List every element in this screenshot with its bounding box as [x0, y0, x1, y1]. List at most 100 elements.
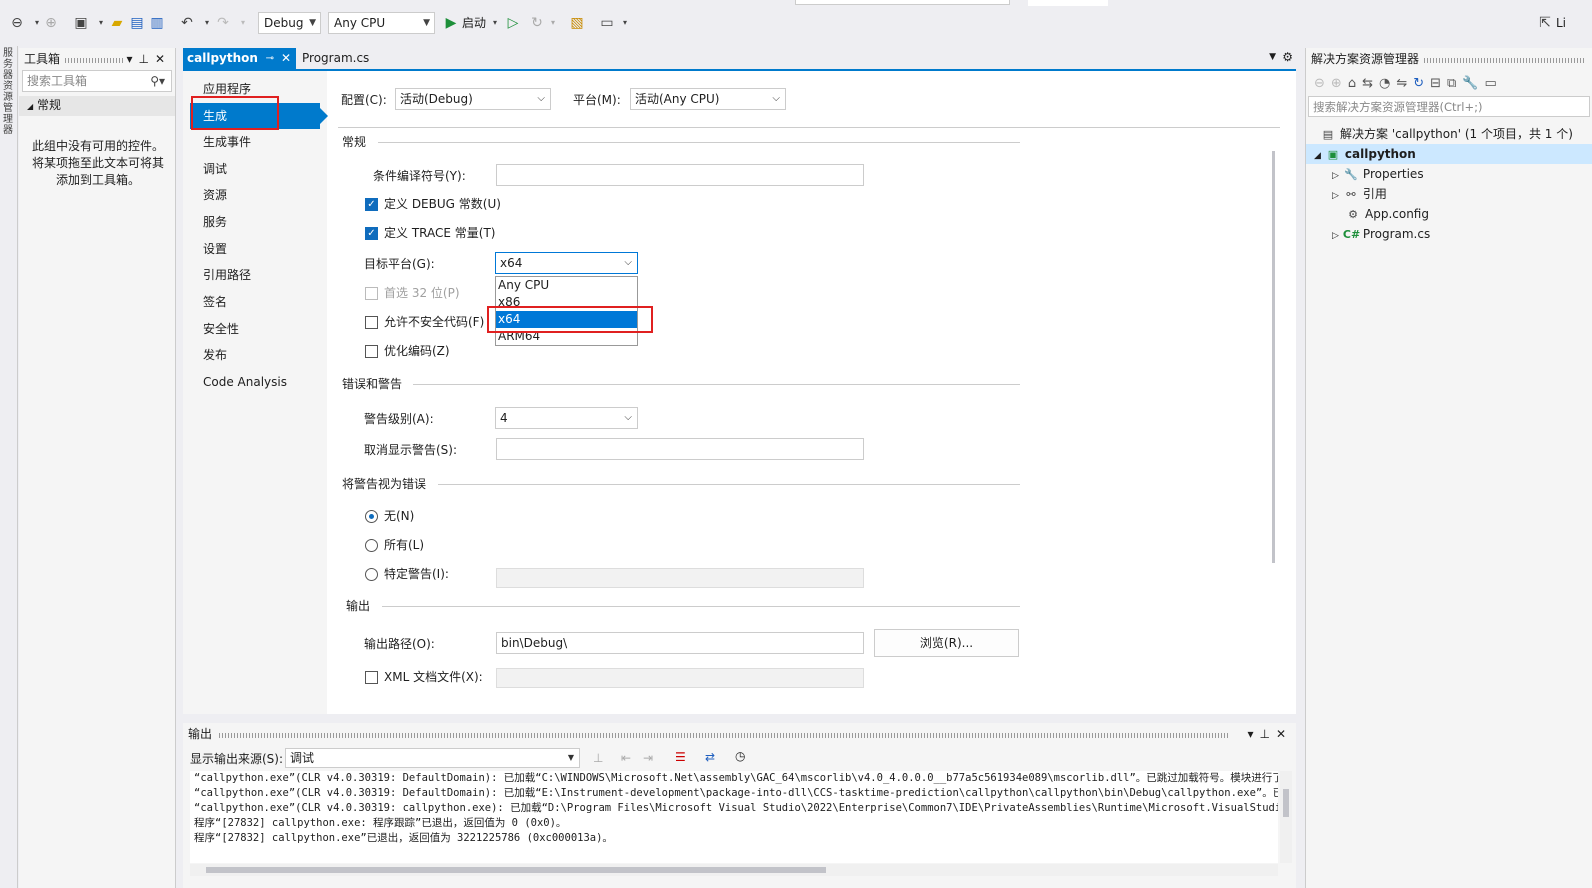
tree-item-references[interactable]: ▷ ⚯ 引用 — [1332, 185, 1387, 205]
drag-grip[interactable] — [219, 733, 1229, 738]
chevron-down-icon[interactable]: ▾ — [1247, 727, 1259, 741]
nav-item-resources[interactable]: 资源 — [203, 187, 227, 203]
pin-icon[interactable]: ⊥ — [1259, 727, 1275, 741]
nav-item-signing[interactable]: 签名 — [203, 294, 227, 310]
drag-grip[interactable] — [1424, 58, 1584, 63]
show-all-files-icon[interactable]: ⧉ — [1447, 76, 1456, 91]
preview-icon[interactable]: ▭ — [1485, 76, 1497, 91]
tree-item-project[interactable]: ◢ ▣ callpython — [1314, 145, 1416, 165]
next-message-icon[interactable]: ⇥ — [643, 751, 653, 765]
toolbox-group-general[interactable]: ◢ 常规 — [19, 96, 175, 116]
window-layout-icon[interactable]: ▭ — [598, 14, 616, 32]
chevron-down-icon[interactable]: ▼ — [1269, 52, 1276, 62]
pending-changes-icon[interactable]: ◔ — [1379, 76, 1390, 91]
scroll-thumb[interactable] — [206, 867, 826, 873]
output-hscrollbar[interactable] — [190, 864, 1278, 876]
target-platform-select[interactable]: x64 ⌵ — [495, 252, 638, 274]
treat-none-radio[interactable] — [365, 510, 378, 523]
chevron-down-icon[interactable]: ▾ — [544, 14, 562, 32]
nav-item-reference-paths[interactable]: 引用路径 — [203, 267, 251, 283]
xml-doc-input[interactable] — [496, 668, 864, 688]
live-share-label[interactable]: Li — [1556, 14, 1566, 32]
chevron-down-icon[interactable]: ▾ — [234, 14, 252, 32]
refresh-icon[interactable]: ↻ — [1413, 76, 1424, 91]
back-icon[interactable]: ⊖ — [1314, 76, 1325, 91]
toolbox-search-input[interactable]: 搜索工具箱 ⚲▾ — [22, 70, 172, 92]
treat-all-radio[interactable] — [365, 539, 378, 552]
allow-unsafe-checkbox[interactable] — [365, 316, 378, 329]
start-icon[interactable]: ▶ — [442, 14, 460, 32]
nav-item-services[interactable]: 服务 — [203, 214, 227, 230]
pin-icon[interactable]: ⊥ — [138, 52, 154, 66]
prev-message-icon[interactable]: ⇤ — [621, 751, 631, 765]
chevron-down-icon[interactable]: ▾ — [616, 14, 634, 32]
forward-icon[interactable]: ⊕ — [1331, 76, 1342, 91]
drag-grip[interactable] — [65, 58, 125, 63]
nav-item-security[interactable]: 安全性 — [203, 321, 239, 337]
output-vscrollbar[interactable] — [1280, 771, 1292, 863]
define-trace-checkbox[interactable]: ✓ — [365, 227, 378, 240]
share-icon[interactable]: ⇱ — [1536, 14, 1554, 32]
clear-all-icon[interactable]: ☰ — [675, 750, 686, 764]
configuration-select[interactable]: 活动(Debug) ⌵ — [395, 88, 551, 110]
suppress-warnings-input[interactable] — [496, 438, 864, 460]
tab-program-cs[interactable]: Program.cs — [298, 48, 411, 69]
tree-item-solution[interactable]: ▤ 解决方案 'callpython' (1 个项目，共 1 个) — [1320, 125, 1573, 144]
start-button[interactable]: 启动 — [462, 14, 486, 32]
warning-level-select[interactable]: 4 ⌵ — [495, 407, 638, 429]
tab-callpython[interactable]: callpython ⊸ ✕ — [183, 48, 296, 69]
define-debug-checkbox[interactable]: ✓ — [365, 198, 378, 211]
home-icon[interactable]: ⌂ — [1348, 76, 1356, 91]
browse-button[interactable]: 浏览(R)... — [874, 629, 1019, 657]
scroll-thumb[interactable] — [1283, 789, 1289, 817]
platform-select[interactable]: 活动(Any CPU) ⌵ — [630, 88, 786, 110]
optimize-checkbox[interactable] — [365, 345, 378, 358]
output-source-select[interactable]: 调试 ▼ — [285, 748, 580, 768]
chevron-down-icon[interactable]: ▾ — [486, 14, 504, 32]
close-icon[interactable]: ✕ — [155, 52, 171, 66]
forward-icon[interactable]: ⊕ — [42, 14, 60, 32]
redo-icon[interactable]: ↷ — [214, 14, 232, 32]
solution-explorer-search-input[interactable]: 搜索解决方案资源管理器(Ctrl+;) — [1308, 96, 1590, 117]
treat-specific-radio[interactable] — [365, 568, 378, 581]
nav-item-publish[interactable]: 发布 — [203, 347, 227, 363]
nav-item-settings[interactable]: 设置 — [203, 241, 227, 257]
output-path-input[interactable]: bin\Debug\ — [496, 632, 864, 654]
nav-item-debug[interactable]: 调试 — [203, 161, 227, 177]
pin-icon[interactable]: ⊸ — [266, 48, 274, 69]
word-wrap-icon[interactable]: ⇄ — [705, 750, 715, 764]
tree-item-program-cs[interactable]: ▷ C# Program.cs — [1332, 225, 1430, 245]
clock-icon[interactable]: ◷ — [735, 749, 745, 763]
server-explorer-tab[interactable]: 服务器资源管理器 — [0, 46, 18, 888]
save-icon[interactable]: ▤ — [128, 14, 146, 32]
tree-item-app-config[interactable]: ⚙ App.config — [1345, 205, 1429, 224]
collapse-all-icon[interactable]: ⊟ — [1430, 76, 1441, 91]
solution-platform-select[interactable]: Any CPU ▼ — [328, 12, 435, 34]
nav-item-build-events[interactable]: 生成事件 — [203, 134, 251, 150]
back-icon[interactable]: ⊖ — [8, 14, 26, 32]
close-icon[interactable]: ✕ — [1276, 727, 1292, 741]
solution-config-select[interactable]: Debug ▼ — [258, 12, 321, 34]
undo-icon[interactable]: ↶ — [178, 14, 196, 32]
gear-icon[interactable]: ⚙ — [1282, 50, 1293, 64]
open-folder-icon[interactable]: ▰ — [108, 14, 126, 32]
nav-item-code-analysis[interactable]: Code Analysis — [203, 374, 287, 390]
prefer-32bit-checkbox[interactable] — [365, 287, 378, 300]
search-box-edge[interactable] — [795, 0, 1010, 5]
new-project-icon[interactable]: ▣ — [72, 14, 90, 32]
conditional-symbols-input[interactable] — [496, 164, 864, 186]
sync-icon[interactable]: ⇋ — [1396, 76, 1407, 91]
start-without-debug-icon[interactable]: ▷ — [504, 14, 522, 32]
switch-views-icon[interactable]: ⇆ — [1362, 76, 1373, 91]
save-all-icon[interactable]: ▥ — [148, 14, 166, 32]
nav-item-application[interactable]: 应用程序 — [203, 81, 251, 97]
wrench-icon[interactable]: 🔧 — [1462, 76, 1478, 91]
specific-warnings-input[interactable] — [496, 568, 864, 588]
properties-scrollbar[interactable] — [1272, 151, 1275, 563]
tree-item-properties[interactable]: ▷ 🔧 Properties — [1332, 165, 1424, 185]
close-icon[interactable]: ✕ — [281, 48, 291, 69]
browse-folder-icon[interactable]: ▧ — [568, 14, 586, 32]
find-message-icon[interactable]: ⊥ — [593, 751, 603, 765]
option-any-cpu[interactable]: Any CPU — [496, 277, 637, 294]
xml-doc-checkbox[interactable] — [365, 671, 378, 684]
